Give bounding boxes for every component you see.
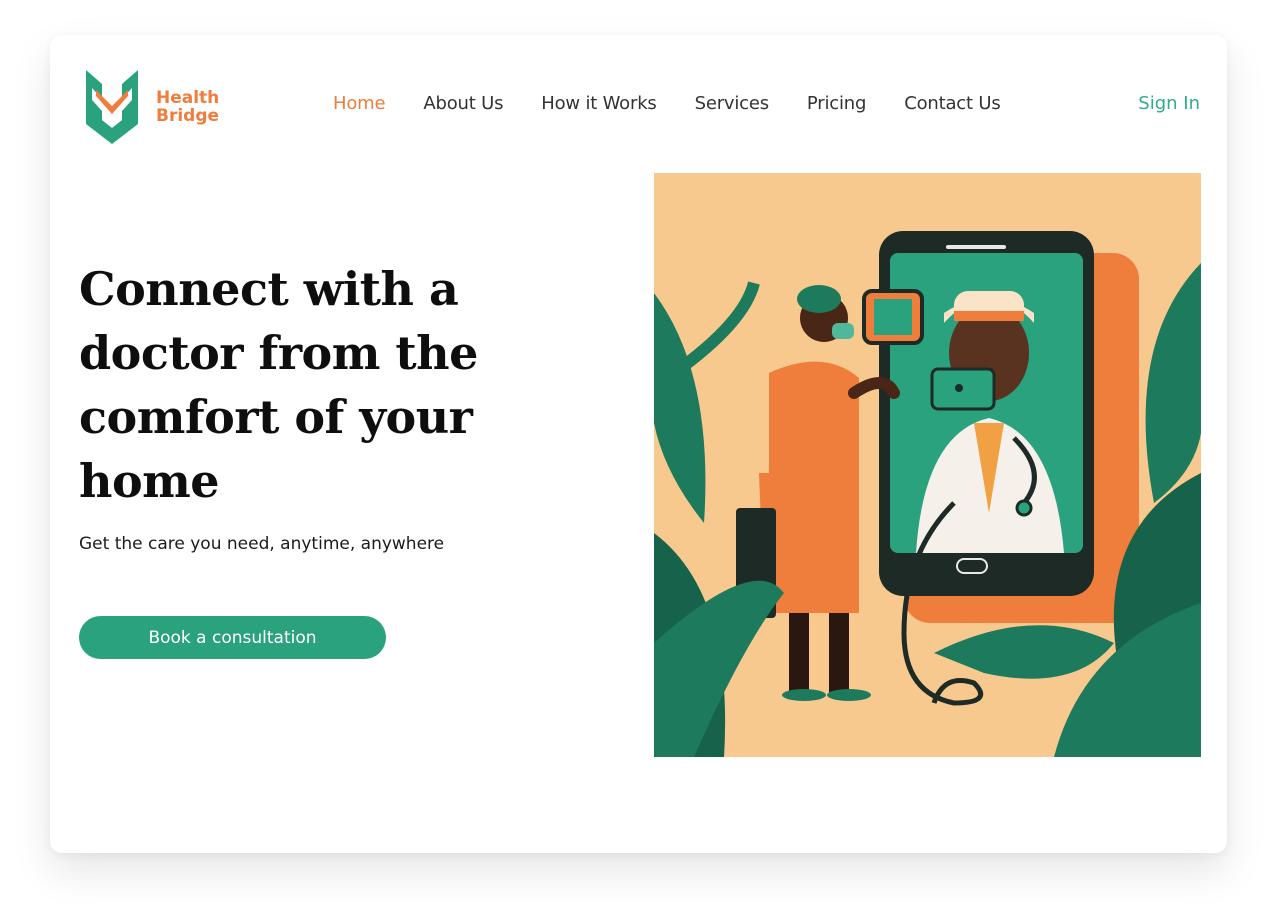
nav-item-about-us[interactable]: About Us	[423, 91, 503, 117]
brand-logo[interactable]: Health Bridge	[84, 69, 244, 145]
nav-item-services[interactable]: Services	[695, 91, 770, 117]
telemedicine-video-call-illustration	[654, 173, 1201, 757]
book-consultation-button[interactable]: Book a consultation	[79, 616, 386, 659]
nav-item-home[interactable]: Home	[333, 91, 386, 117]
telemedicine-illustration	[654, 173, 1201, 757]
brand-name-line1: Health	[156, 88, 220, 108]
sign-in-link[interactable]: Sign In	[1138, 91, 1200, 117]
brand-name-line2: Bridge	[156, 106, 220, 126]
nav-item-how-it-works[interactable]: How it Works	[541, 91, 657, 117]
health-bridge-logo-icon	[86, 70, 138, 144]
main-nav: Home About Us How it Works Services Pric…	[333, 91, 1001, 117]
hero-headline: Connect with a doctor from the comfort o…	[79, 262, 478, 508]
page-card: Health Bridge Home About Us How it Works…	[50, 35, 1227, 853]
hero-subtitle: Get the care you need, anytime, anywhere	[79, 534, 445, 554]
brand-name: Health Bridge	[156, 89, 219, 125]
nav-item-contact-us[interactable]: Contact Us	[904, 91, 1001, 117]
nav-item-pricing[interactable]: Pricing	[807, 91, 866, 117]
